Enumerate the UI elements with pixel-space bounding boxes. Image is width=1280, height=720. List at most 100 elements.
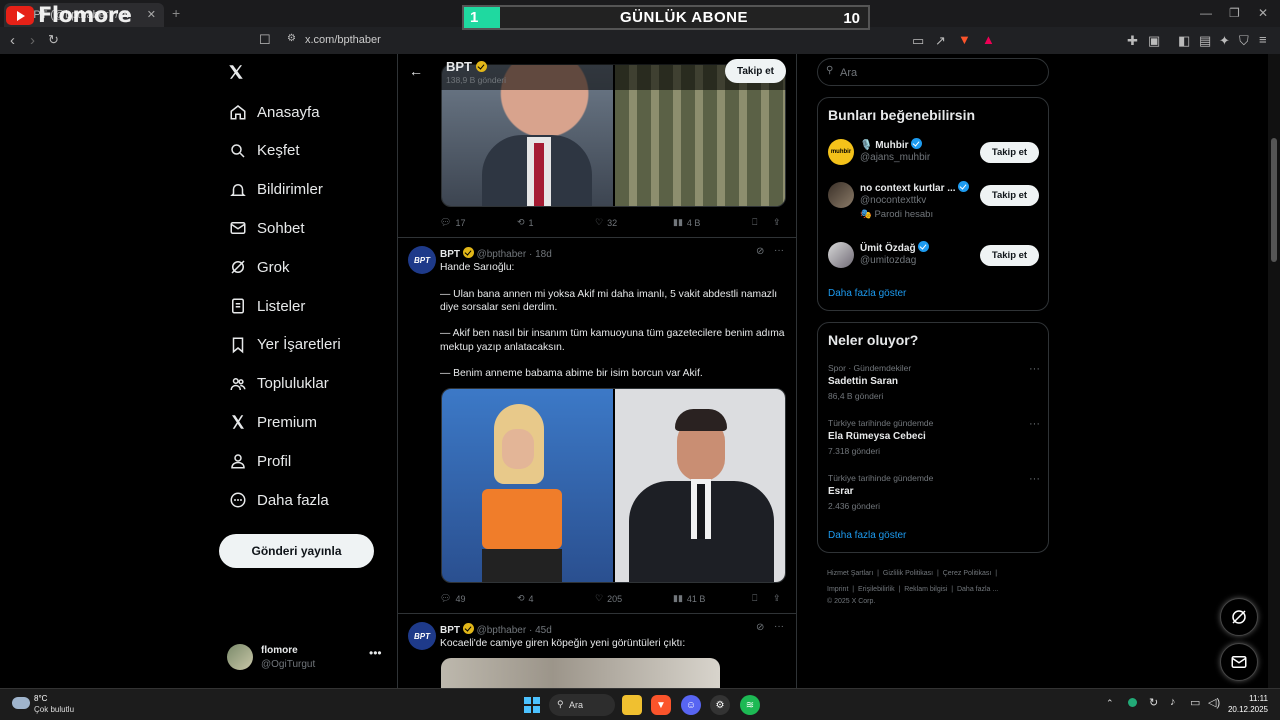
tweet-video[interactable] xyxy=(441,658,720,688)
close-tab-icon[interactable]: ✕ xyxy=(147,8,156,21)
show-more-link[interactable]: Daha fazla göster xyxy=(828,530,906,541)
tray-app-icon[interactable] xyxy=(1128,698,1137,707)
vpn-icon[interactable]: ⛉ xyxy=(1239,34,1249,47)
retweet-button[interactable]: ⟲ 1 xyxy=(517,217,534,228)
more-dots-icon[interactable]: ··· xyxy=(774,245,784,256)
footer-link[interactable]: Hizmet Şartları xyxy=(827,570,873,577)
nav-item-3[interactable]: Sohbet xyxy=(219,210,305,246)
clock-date[interactable]: 20.12.2025 xyxy=(1222,705,1268,714)
footer-link[interactable]: Çerez Politikası xyxy=(943,570,992,577)
back-arrow-icon[interactable]: ← xyxy=(409,63,423,79)
maximize-icon[interactable]: ❐ xyxy=(1229,6,1240,20)
bookmark-icon[interactable]: ⎕ xyxy=(752,217,757,228)
suggestion-item[interactable]: muhbir 🎙️ Muhbir @ajans_muhbir Takip et xyxy=(828,138,1040,178)
more-dots-icon[interactable]: ··· xyxy=(774,621,784,632)
footer-link[interactable]: Gizlilik Politikası xyxy=(883,570,933,577)
avatar[interactable]: BPT xyxy=(408,246,436,274)
nav-item-4[interactable]: Grok xyxy=(219,249,290,285)
minimize-icon[interactable]: — xyxy=(1200,6,1212,20)
nav-item-1[interactable]: Keşfet xyxy=(219,133,300,169)
x-logo-icon[interactable] xyxy=(227,63,245,81)
menu-icon[interactable]: ≡ xyxy=(1259,33,1267,46)
follow-button[interactable]: Takip et xyxy=(980,142,1039,163)
like-button[interactable]: ♡ 32 xyxy=(595,217,617,228)
trend-item[interactable]: Spor · Gündemdekiler Sadettin Saran 86,4… xyxy=(828,363,1040,407)
more-dots-icon[interactable]: ··· xyxy=(1029,363,1040,375)
grok-icon[interactable]: ⊘ xyxy=(756,246,764,257)
monitor-icon[interactable]: ▭ xyxy=(1190,696,1200,709)
bookmark-page-icon[interactable]: ☐ xyxy=(259,33,271,46)
bookmark-icon[interactable]: ⎕ xyxy=(752,593,757,604)
taskbar-search[interactable]: ⚲ Ara xyxy=(549,694,615,716)
footer-link[interactable]: Reklam bilgisi xyxy=(904,586,947,593)
url-field[interactable]: x.com/bpthaber xyxy=(305,34,381,46)
nav-item-9[interactable]: Profil xyxy=(219,443,291,479)
more-dots-icon[interactable]: ··· xyxy=(1029,418,1040,430)
clock-time[interactable]: 11:11 xyxy=(1236,694,1268,703)
reply-button[interactable]: 💬︎ 49 xyxy=(440,593,465,604)
follow-button[interactable]: Takip et xyxy=(980,245,1039,266)
avatar[interactable]: BPT xyxy=(408,622,436,650)
brave-icon[interactable]: ▼ xyxy=(651,695,671,715)
back-icon[interactable]: ‹ xyxy=(10,33,15,48)
grok-fab[interactable] xyxy=(1220,598,1258,636)
nav-item-8[interactable]: Premium xyxy=(219,404,317,440)
like-button[interactable]: ♡ 205 xyxy=(595,593,622,604)
footer-link[interactable]: Erişilebilirlik xyxy=(858,586,895,593)
footer-link[interactable]: Daha fazla ... xyxy=(957,586,998,593)
share-icon[interactable]: ↗ xyxy=(935,34,946,47)
steam-icon[interactable]: ⚙ xyxy=(710,695,730,715)
follow-button[interactable]: Takip et xyxy=(980,185,1039,206)
start-icon[interactable] xyxy=(522,695,542,715)
footer-link[interactable]: Imprint xyxy=(827,586,848,593)
show-more-link[interactable]: Daha fazla göster xyxy=(828,288,906,299)
wallet-icon[interactable]: ▣ xyxy=(1148,34,1160,47)
new-tab-icon[interactable]: + xyxy=(172,5,180,21)
more-dots-icon[interactable]: ··· xyxy=(1029,473,1040,485)
grok-icon[interactable]: ⊘ xyxy=(756,622,764,633)
nav-item-6[interactable]: Yer İşaretleri xyxy=(219,327,341,363)
sidebar-toggle-icon[interactable]: ◧ xyxy=(1178,34,1190,47)
views-button[interactable]: ▮▮ 4 B xyxy=(673,217,700,228)
retweet-button[interactable]: ⟲ 4 xyxy=(517,593,534,604)
tray-chevron-icon[interactable]: ⌃ xyxy=(1106,698,1114,709)
share-icon[interactable]: ⇪ xyxy=(773,593,781,604)
reply-button[interactable]: 💬︎ 17 xyxy=(440,217,465,228)
close-window-icon[interactable]: ✕ xyxy=(1258,6,1268,20)
share-icon[interactable]: ⇪ xyxy=(773,217,781,228)
volume-icon[interactable]: ◁) xyxy=(1208,696,1220,709)
nav-item-0[interactable]: Anasayfa xyxy=(219,94,320,130)
scrollbar[interactable] xyxy=(1268,54,1280,688)
tweet-image[interactable] xyxy=(442,389,613,582)
post-button[interactable]: Gönderi yayınla xyxy=(219,534,374,568)
site-info-icon[interactable]: ⚙ xyxy=(287,34,296,44)
trend-item[interactable]: Türkiye tarihinde gündemde Ela Rümeysa C… xyxy=(828,418,1040,462)
mic-icon[interactable]: ♪ xyxy=(1170,696,1176,708)
messages-fab[interactable] xyxy=(1220,643,1258,681)
leo-ai-icon[interactable]: ✦ xyxy=(1219,34,1230,47)
tweet-image[interactable] xyxy=(615,389,785,582)
cast-icon[interactable]: ▭ xyxy=(912,34,924,47)
spotify-icon[interactable]: ≋ xyxy=(740,695,760,715)
nav-item-7[interactable]: Topluluklar xyxy=(219,366,329,402)
forward-icon[interactable]: › xyxy=(30,33,35,48)
views-button[interactable]: ▮▮ 41 B xyxy=(673,593,705,604)
tweet-media-grid[interactable] xyxy=(441,388,786,583)
account-switcher[interactable]: flomore @OgiTurgut ••• xyxy=(227,644,387,678)
sync-icon[interactable]: ↻ xyxy=(1149,696,1158,709)
discord-icon[interactable]: ☺ xyxy=(681,695,701,715)
search-input[interactable]: ⚲ Ara xyxy=(817,58,1049,86)
nav-item-2[interactable]: Bildirimler xyxy=(219,172,323,208)
nav-item-5[interactable]: Listeler xyxy=(219,288,305,324)
file-explorer-icon[interactable] xyxy=(622,695,642,715)
nav-item-10[interactable]: Daha fazla xyxy=(219,482,329,518)
suggestion-item[interactable]: no context kurtlar ... @nocontexttkv 🎭 P… xyxy=(828,181,1040,225)
reload-icon[interactable]: ↻ xyxy=(48,33,59,46)
weather-icon[interactable] xyxy=(12,697,30,709)
follow-button[interactable]: Takip et xyxy=(725,59,786,83)
trend-item[interactable]: Türkiye tarihinde gündemde Esrar 2.436 g… xyxy=(828,473,1040,517)
wallet2-icon[interactable]: ▤ xyxy=(1199,34,1211,47)
brave-rewards-icon[interactable]: ▲ xyxy=(982,33,995,46)
extensions-icon[interactable]: ✚ xyxy=(1127,34,1138,47)
more-dots-icon[interactable]: ••• xyxy=(369,646,382,660)
